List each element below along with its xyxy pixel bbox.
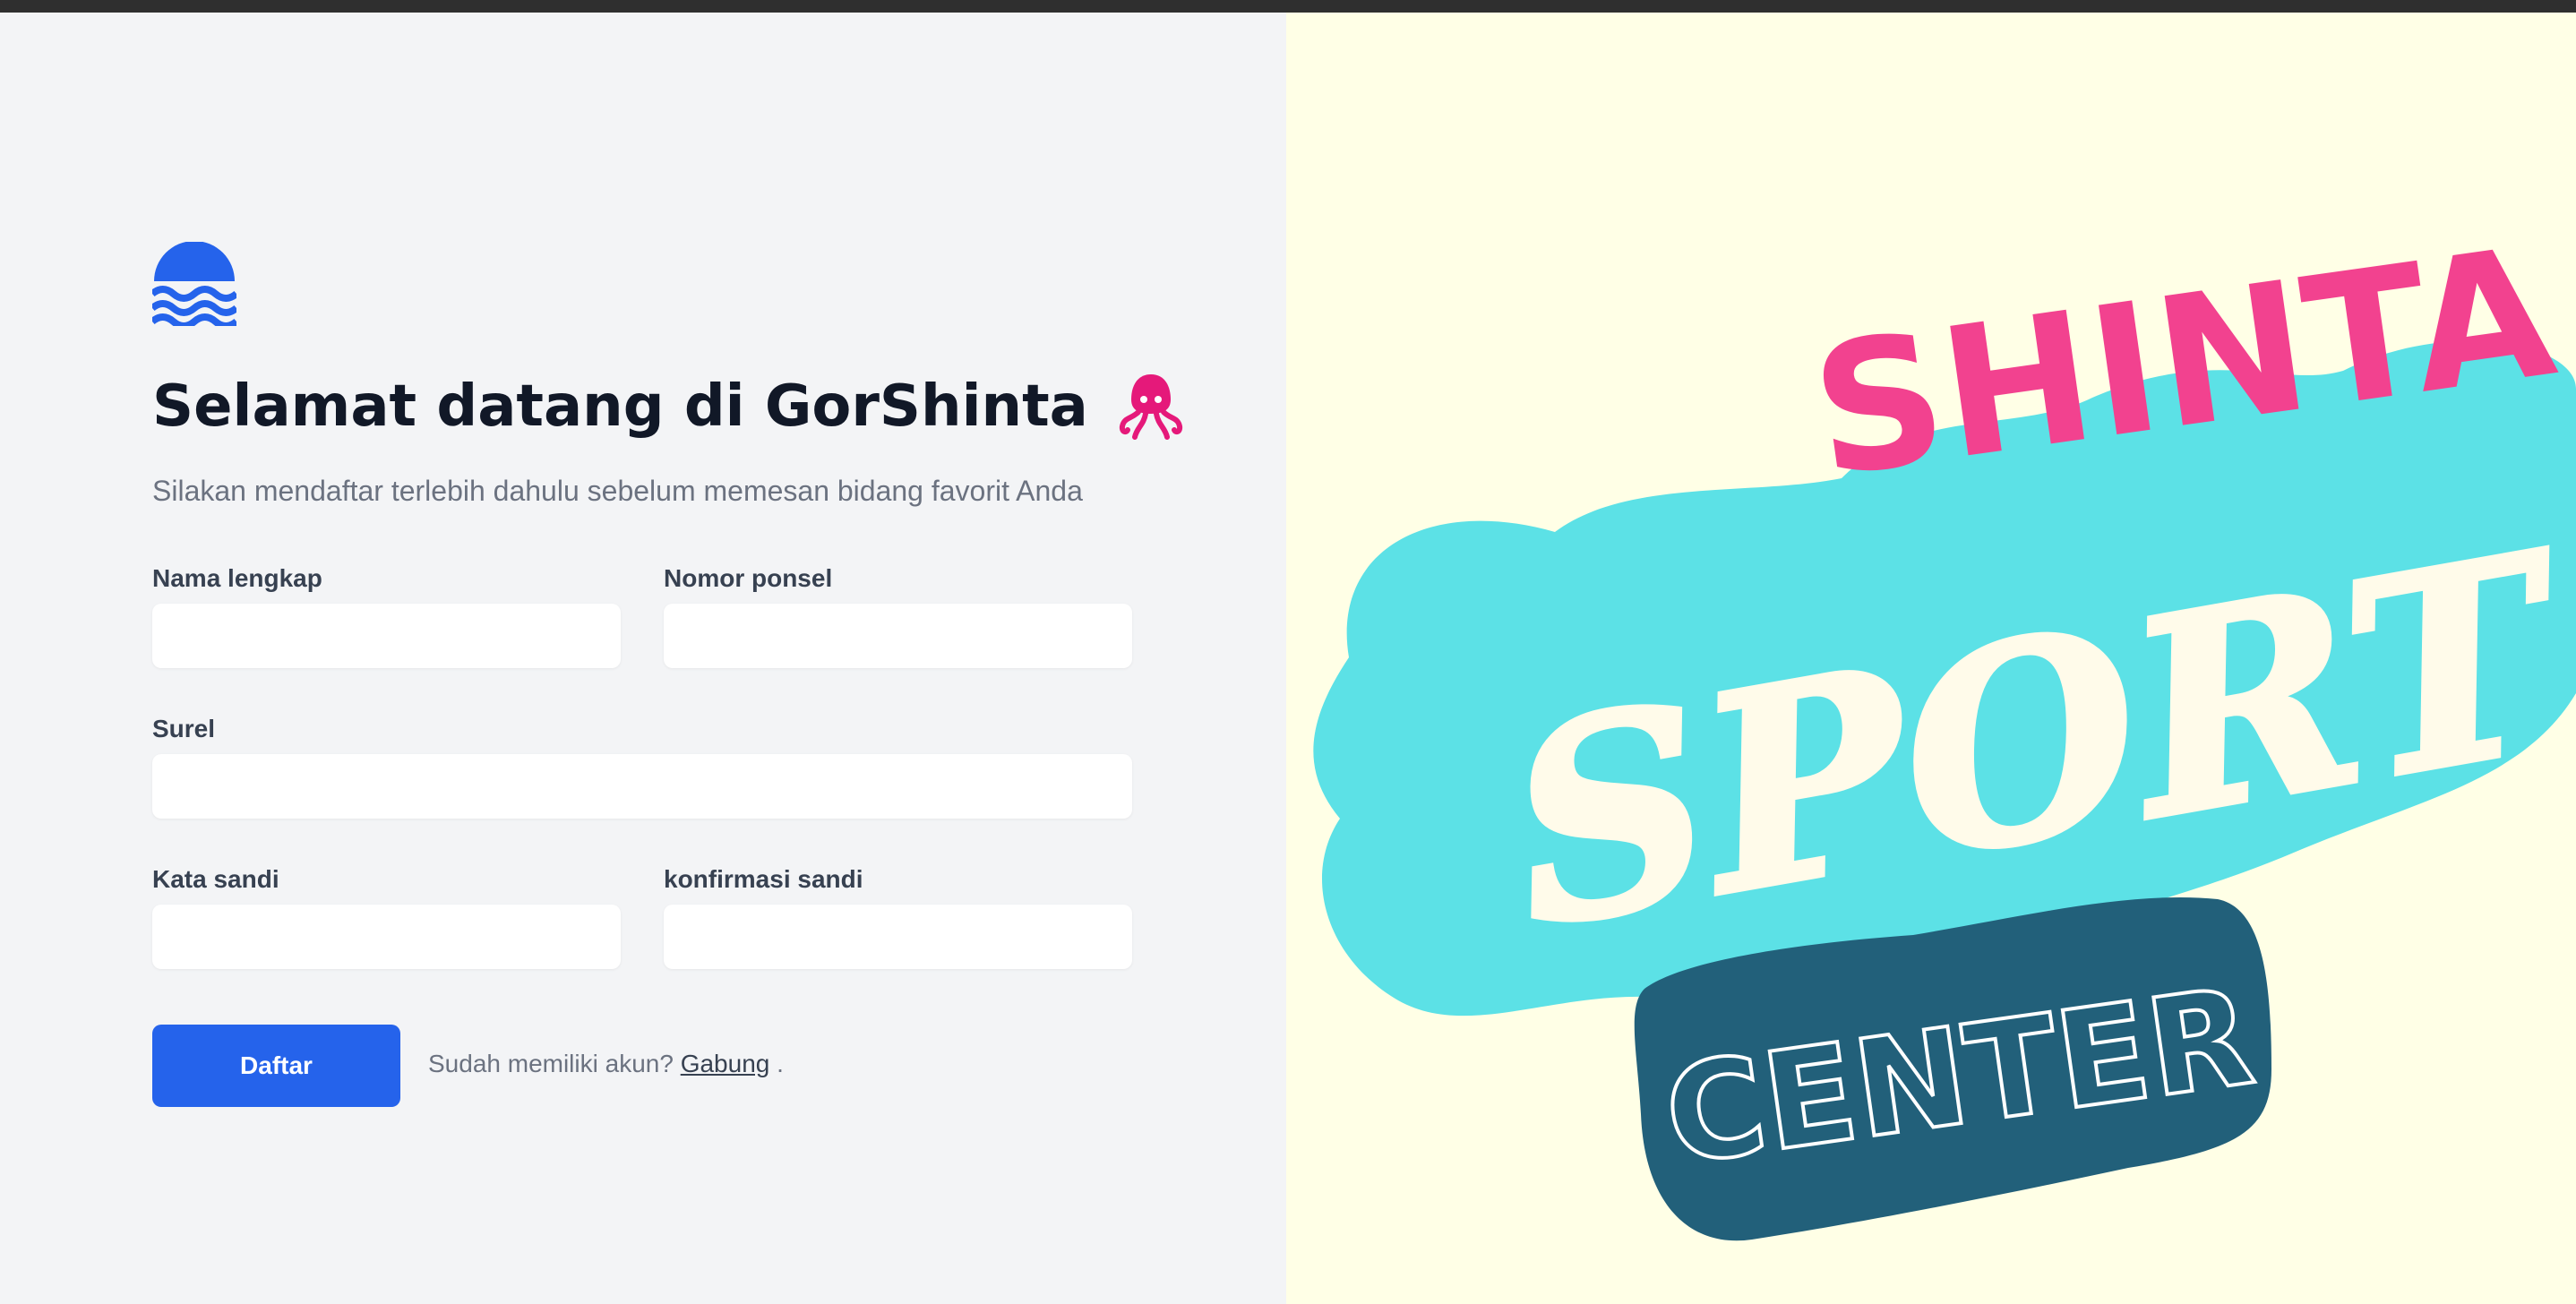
page-title: Selamat datang di GorShinta: [152, 362, 1183, 451]
full-name-label: Nama lengkap: [152, 564, 322, 592]
login-prompt: Sudah memiliki akun? Gabung .: [428, 1050, 784, 1078]
confirm-password-label: konfirmasi sandi: [664, 865, 863, 893]
email-input[interactable]: [152, 754, 1132, 819]
register-button[interactable]: Daftar: [152, 1025, 400, 1107]
page-subtitle: Silakan mendaftar terlebih dahulu sebelu…: [152, 475, 1083, 507]
squid-icon: [1119, 374, 1182, 440]
confirm-password-input[interactable]: [664, 905, 1132, 969]
phone-label: Nomor ponsel: [664, 564, 833, 592]
login-prompt-suffix: .: [777, 1050, 784, 1077]
banner-panel: SHINTA SPORT CENTER: [1286, 13, 2576, 1304]
login-link[interactable]: Gabung: [681, 1050, 770, 1077]
browser-top-bar: [0, 0, 2576, 13]
email-label: Surel: [152, 715, 216, 742]
phone-input[interactable]: [664, 604, 1132, 668]
password-label: Kata sandi: [152, 865, 279, 893]
registration-panel: Selamat datang di GorShinta Silakan mend…: [0, 13, 1286, 1304]
title-text: Selamat datang di GorShinta: [152, 373, 1088, 440]
full-name-input[interactable]: [152, 604, 621, 668]
password-input[interactable]: [152, 905, 621, 969]
login-prompt-text: Sudah memiliki akun?: [428, 1050, 674, 1077]
waves-logo-icon: [152, 242, 236, 326]
banner-artwork: SHINTA SPORT CENTER: [1313, 208, 2576, 1241]
